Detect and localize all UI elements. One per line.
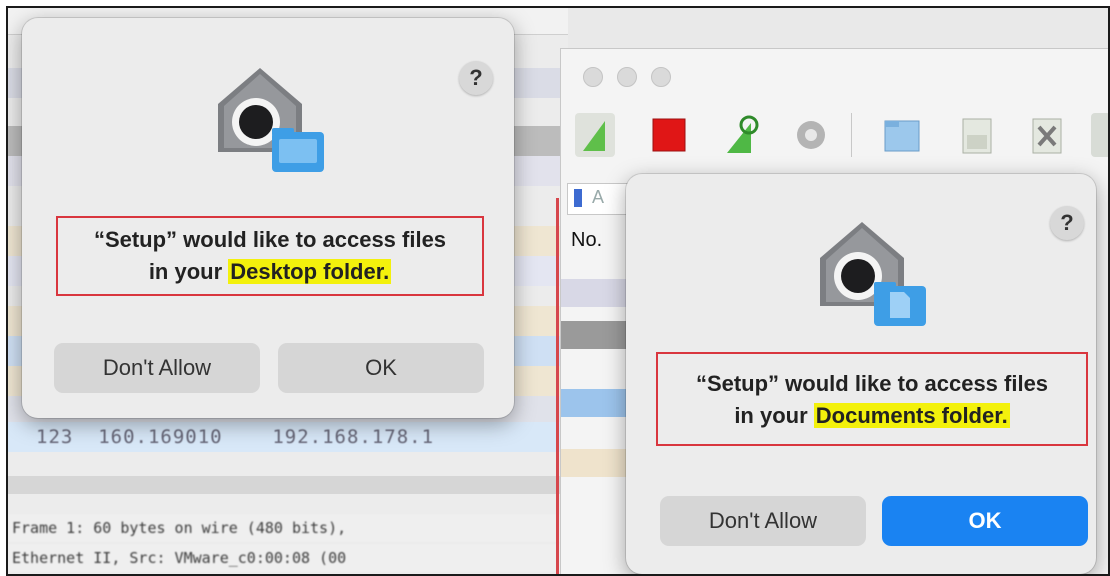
desktop-access-dialog: ? “Setup” would like to access files in … — [22, 18, 514, 418]
permission-message-line1: “Setup” would like to access files — [695, 371, 1049, 396]
open-file-icon[interactable] — [881, 113, 921, 157]
packet-row-text: 123 160.169010 192.168.178.1 — [36, 426, 435, 448]
screenshot-frame: 123 160.169010 192.168.178.1 Frame 1: 60… — [6, 6, 1110, 576]
toolbar-overflow[interactable] — [1091, 113, 1108, 157]
column-header-no[interactable]: No. — [571, 229, 602, 252]
packet-detail-line: Ethernet II, Src: VMware_c0:00:08 (00 — [8, 544, 572, 572]
save-file-icon[interactable] — [957, 113, 997, 157]
shark-fin-icon[interactable] — [575, 113, 615, 157]
message-prefix: in your — [148, 259, 229, 284]
display-filter-input[interactable]: A — [567, 183, 629, 215]
bookmark-icon[interactable] — [574, 189, 582, 207]
help-icon[interactable]: ? — [459, 61, 493, 95]
documents-access-dialog: ? “Setup” would like to access files in … — [626, 174, 1096, 574]
toolbar — [561, 99, 1108, 179]
minimize-window-button[interactable] — [617, 67, 637, 87]
privacy-shield-folder-icon — [218, 68, 324, 172]
folder-name-highlight: Documents folder. — [813, 403, 1010, 428]
pane-separator[interactable] — [8, 476, 568, 494]
close-file-icon[interactable] — [1027, 113, 1067, 157]
close-window-button[interactable] — [583, 67, 603, 87]
stop-icon[interactable] — [649, 113, 689, 157]
ok-button[interactable]: OK — [278, 343, 484, 393]
message-prefix: in your — [734, 403, 814, 428]
annotation-box: “Setup” would like to access files in yo… — [656, 352, 1088, 446]
options-icon[interactable] — [791, 113, 831, 157]
zoom-window-button[interactable] — [651, 67, 671, 87]
folder-name-highlight: Desktop folder. — [228, 259, 392, 284]
toolbar-separator — [851, 113, 852, 157]
packet-detail-line: Frame 1: 60 bytes on wire (480 bits), — [8, 514, 572, 542]
window-edge-divider — [556, 198, 559, 574]
dont-allow-button[interactable]: Don't Allow — [660, 496, 866, 546]
permission-message-line1: “Setup” would like to access files — [93, 227, 447, 252]
privacy-shield-document-icon — [820, 222, 926, 326]
filter-placeholder: A — [592, 187, 605, 207]
permission-message-line2: in your Desktop folder. — [58, 256, 482, 288]
annotation-box: “Setup” would like to access files in yo… — [56, 216, 484, 296]
restart-icon[interactable] — [721, 113, 761, 157]
dont-allow-button[interactable]: Don't Allow — [54, 343, 260, 393]
permission-message-line2: in your Documents folder. — [658, 400, 1086, 432]
help-icon[interactable]: ? — [1050, 206, 1084, 240]
ok-button[interactable]: OK — [882, 496, 1088, 546]
